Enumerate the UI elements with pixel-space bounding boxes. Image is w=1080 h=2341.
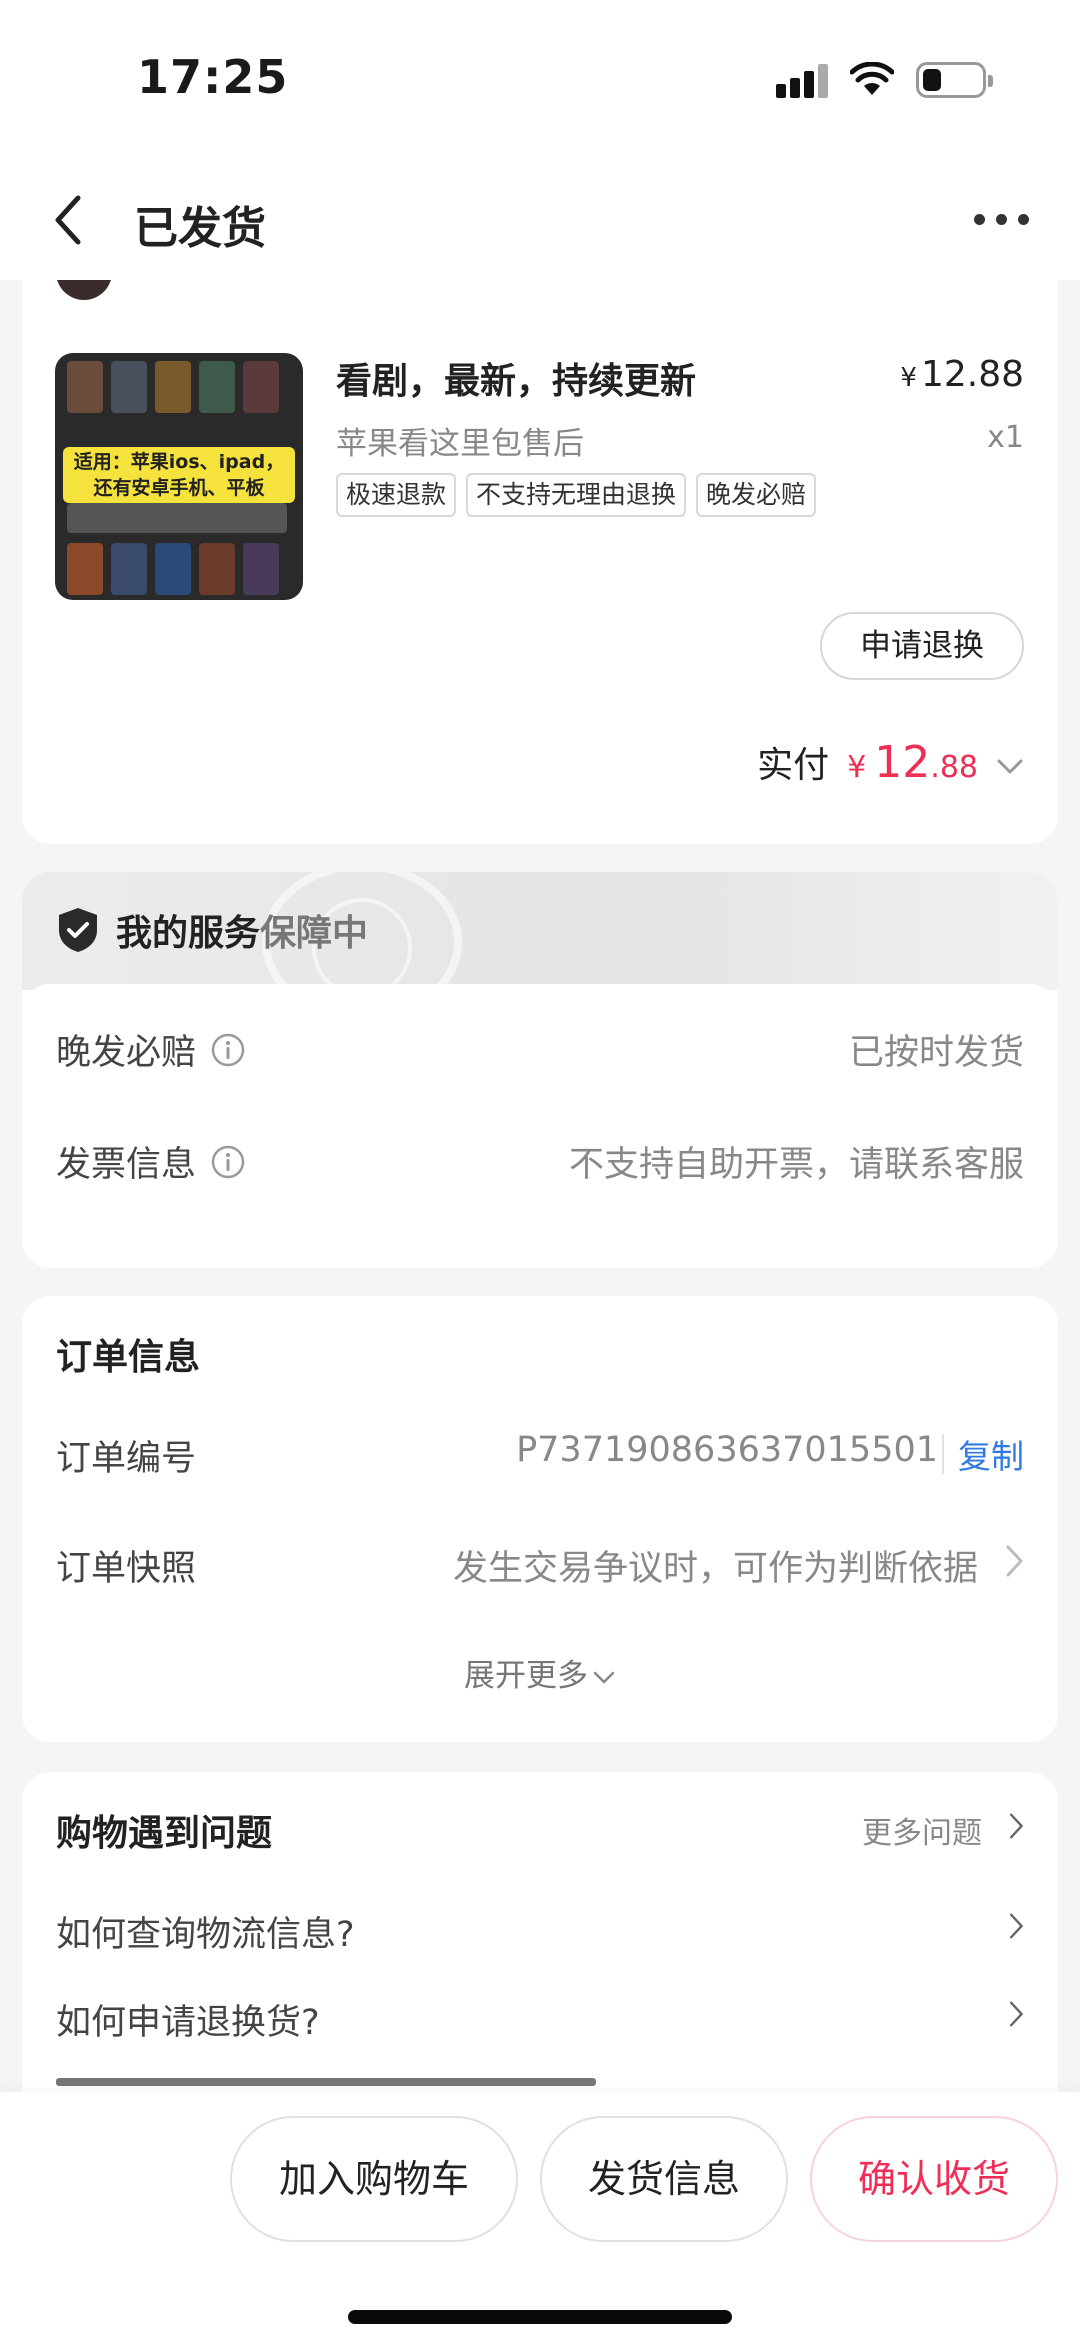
status-bar: 17:25 [0,0,1080,160]
info-icon[interactable] [210,1032,246,1068]
paid-amount-row[interactable]: 实付 ¥ 12 .88 [757,736,1024,788]
order-number-label: 订单编号 [56,1439,197,1479]
paid-label: 实付 [757,745,830,786]
order-info-title: 订单信息 [56,1337,201,1378]
shield-check-icon [59,908,97,952]
battery-icon [916,62,993,98]
service-row-value: 已按时发货 [848,1033,1024,1073]
service-row-value: 不支持自助开票，请联系客服 [568,1145,1024,1185]
service-row-label: 发票信息 [56,1145,197,1185]
chevron-right-icon[interactable] [1004,1544,1024,1578]
faq-item-return[interactable]: 如何申请退换货? [56,1994,320,2045]
product-thumbnail[interactable]: 适用：苹果ios、ipad， 还有安卓手机、平板 [55,353,303,600]
service-row-invoice[interactable]: 发票信息 不支持自助开票，请联系客服 [56,1136,1024,1186]
paid-amount-decimal: .88 [930,750,978,785]
expand-more-label: 展开更多 [464,1658,588,1694]
service-body: 晚发必赔 已按时发货 发票信息 不支持自助开票，请联系客服 [22,984,1058,1268]
product-tags: 极速退款 不支持无理由退换 晚发必赔 [336,473,817,517]
order-info-card: 订单信息 订单编号 P737190863637015501 复制 订单快照 发生… [22,1296,1058,1742]
chevron-right-icon[interactable] [1008,2000,1024,2028]
paid-currency: ¥ [847,750,867,785]
service-row-label: 晚发必赔 [56,1033,197,1073]
faq-item-logistics[interactable]: 如何查询物流信息? [56,1906,355,1957]
faq-title: 购物遇到问题 [56,1813,273,1854]
add-to-cart-button[interactable]: 加入购物车 [230,2116,518,2242]
wifi-icon [850,62,894,95]
order-snapshot-label: 订单快照 [56,1549,197,1589]
service-header: 我的服务保障中 [22,872,1058,1022]
request-refund-button[interactable]: 申请退换 [820,612,1024,680]
more-questions-link[interactable]: 更多问题 [862,1808,982,1852]
service-guarantee-card: 我的服务保障中 晚发必赔 已按时发货 发票信息 不支持自助开票，请联系客服 [22,872,1058,1268]
order-snapshot-value[interactable]: 发生交易争议时，可作为判断依据 [453,1540,978,1591]
confirm-receipt-button[interactable]: 确认收货 [810,2116,1058,2242]
nav-bar: 已发货 [0,160,1080,280]
copy-order-number-button[interactable]: 复制 [958,1430,1024,1478]
tag-late-ship-compensation: 晚发必赔 [696,473,817,517]
status-time: 17:25 [137,50,289,104]
chevron-down-icon [593,1671,615,1683]
order-number-value: P737190863637015501 [516,1430,938,1470]
service-row-late-ship[interactable]: 晚发必赔 已按时发货 [56,1024,1024,1074]
service-title: 我的服务保障中 [116,913,369,954]
product-price: ¥12.88 [900,354,1024,395]
product-card: 适用：苹果ios、ipad， 还有安卓手机、平板 看剧，最新，持续更新 ¥12.… [22,256,1058,844]
thumbnail-caption: 适用：苹果ios、ipad， 还有安卓手机、平板 [63,447,295,503]
info-icon[interactable] [210,1144,246,1180]
divider [942,1434,944,1474]
tag-no-free-return: 不支持无理由退换 [466,473,687,517]
back-arrow-icon[interactable] [48,190,88,250]
shipping-info-button[interactable]: 发货信息 [540,2116,788,2242]
page-title: 已发货 [134,203,266,254]
bottom-action-bar: 加入购物车 发货信息 确认收货 [0,2092,1080,2341]
chevron-right-icon[interactable] [1008,1912,1024,1940]
tag-fast-refund: 极速退款 [336,473,457,517]
cellular-signal-icon [776,64,830,98]
chevron-down-icon[interactable] [996,757,1024,777]
home-indicator[interactable] [348,2310,732,2324]
paid-amount-integer: 12 [874,737,931,788]
expand-more-button[interactable]: 展开更多 [22,1650,1058,1695]
chevron-right-icon[interactable] [1008,1812,1024,1840]
more-options-icon[interactable] [974,212,1030,228]
product-subtitle: 苹果看这里包售后 [336,426,584,462]
product-title[interactable]: 看剧，最新，持续更新 [336,352,696,404]
product-quantity: x1 [987,420,1024,455]
